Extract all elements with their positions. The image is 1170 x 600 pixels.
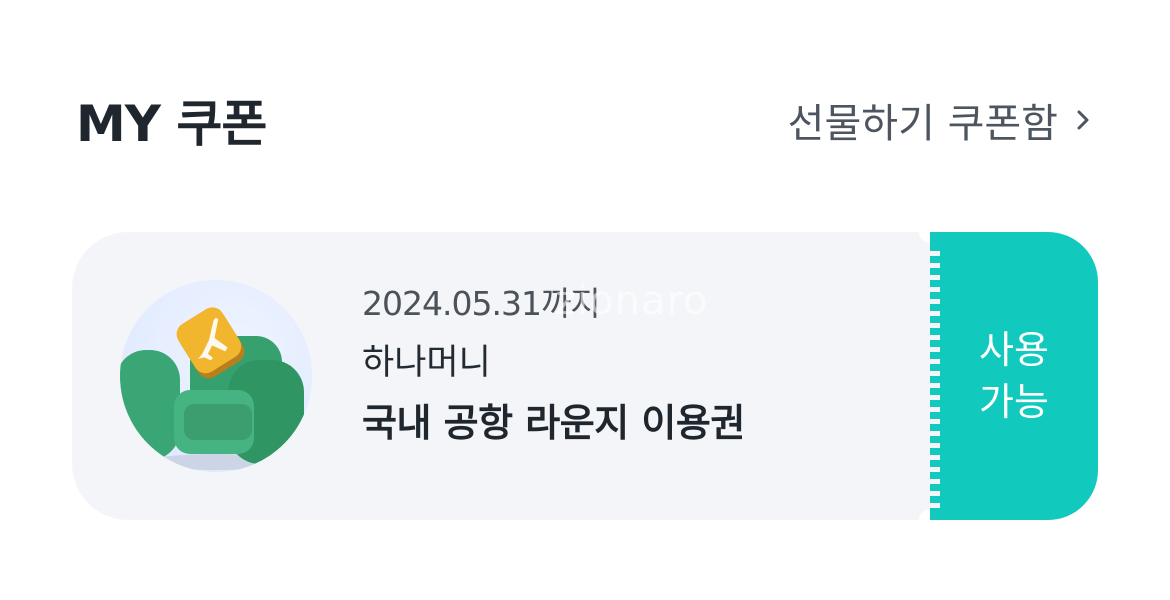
coupon-page: MY 쿠폰 선물하기 쿠폰함 2024.05.31까지 하나머니 국내 공항 라… [0,0,1170,600]
use-coupon-button[interactable]: 사용 가능 [930,232,1098,520]
gift-coupon-box-link[interactable]: 선물하기 쿠폰함 [788,91,1094,149]
gift-coupon-box-label: 선물하기 쿠폰함 [787,101,1058,147]
status-line-2: 가능 [979,380,1049,424]
coupon-brand: 하나머니 [362,343,491,383]
chevron-right-icon [1077,110,1089,130]
coupon-name: 국내 공항 라운지 이용권 [362,401,745,445]
perforation-edge [930,244,940,508]
lounge-chair-icon [120,280,312,472]
coupon-card[interactable]: 2024.05.31까지 하나머니 국내 공항 라운지 이용권 사용 가능 [72,221,1098,531]
use-coupon-label: 사용 가능 [966,324,1062,428]
coupon-body: 2024.05.31까지 하나머니 국내 공항 라운지 이용권 [72,232,930,520]
page-title: MY 쿠폰 [76,95,267,153]
header: MY 쿠폰 선물하기 쿠폰함 [76,84,1094,156]
watermark-text: zionaro [555,278,709,324]
status-line-1: 사용 [979,328,1049,372]
